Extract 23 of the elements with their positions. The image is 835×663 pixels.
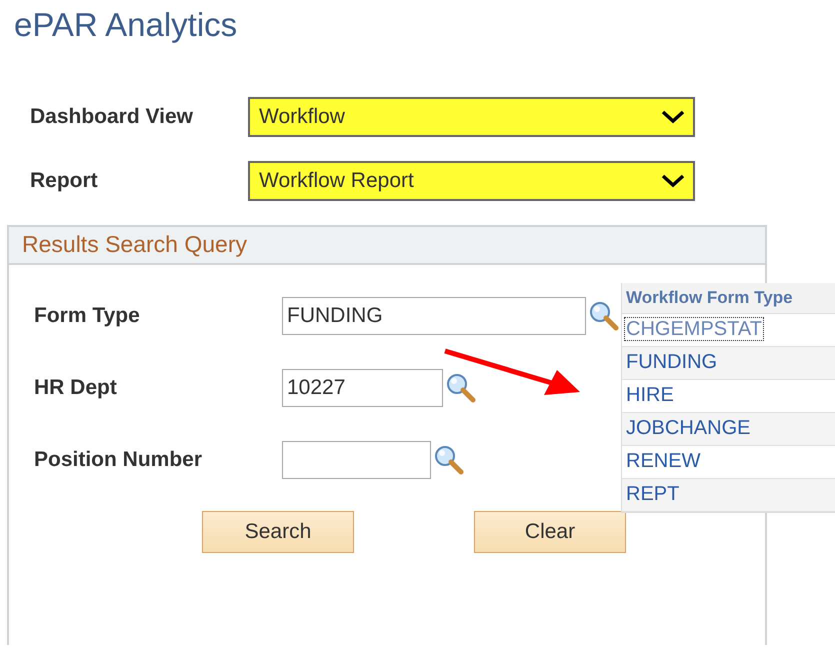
action-button[interactable]: Clear [474,511,626,553]
list-item[interactable]: JOBCHANGE [625,417,752,439]
chevron-icon [661,174,685,188]
search-icon[interactable] [433,445,465,475]
input-field[interactable]: 10227 [282,369,443,407]
dropdown[interactable]: Workflow [248,97,695,137]
search-icon[interactable] [588,301,620,331]
dropdown[interactable]: Workflow Report [248,161,695,201]
field-label: Dashboard View [29,105,194,129]
search-icon[interactable] [445,373,477,403]
list-item[interactable]: REPT [625,483,680,505]
field-label: Report [29,169,99,193]
field-label: HR Dept [33,376,118,400]
input-field[interactable]: FUNDING [282,297,586,335]
list-item[interactable]: FUNDING [625,351,718,373]
input-field[interactable] [282,441,431,479]
field-label: Position Number [33,448,204,472]
field-label: Form Type [33,304,141,328]
panel-title: Results Search Query [9,227,765,265]
list-item[interactable]: HIRE [625,384,675,406]
action-button[interactable]: Search [202,511,354,553]
page-title: ePAR Analytics [13,5,238,45]
chevron-icon [661,110,685,124]
